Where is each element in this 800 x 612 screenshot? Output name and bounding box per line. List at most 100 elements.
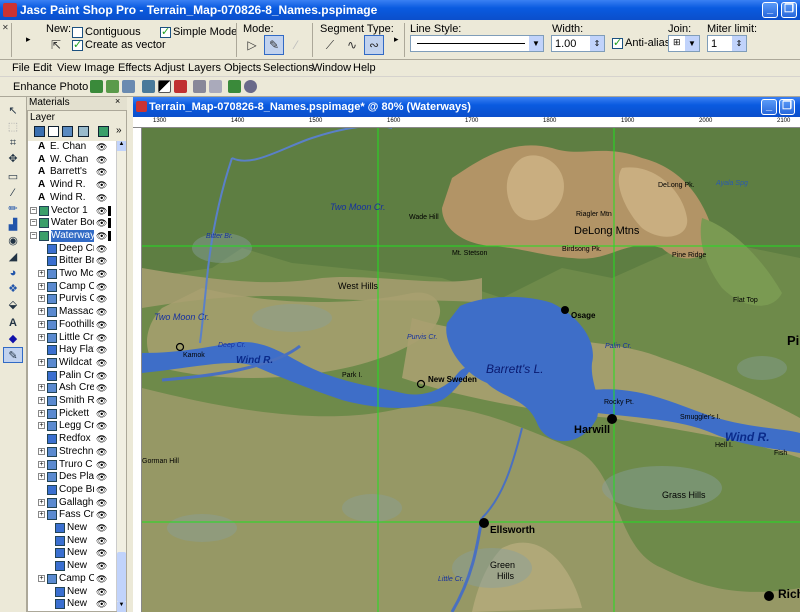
selection-tool-icon[interactable]: ⬚	[3, 119, 23, 135]
layer-row[interactable]: Redfox 👁	[28, 433, 116, 446]
rectangle-select-icon[interactable]: ▭	[3, 169, 23, 185]
layer-scrollbar[interactable]: ▲ ▼	[116, 141, 126, 612]
layer-row[interactable]: + Camp C 👁	[28, 573, 116, 586]
one-step-fix-icon[interactable]	[90, 80, 103, 93]
duplicate-layer-icon[interactable]	[62, 126, 73, 137]
sharpen-icon[interactable]	[228, 80, 241, 93]
menu-edit[interactable]: Edit	[33, 62, 52, 74]
lock-toggle[interactable]	[108, 205, 111, 216]
crop-tool-icon[interactable]: ⌗	[3, 135, 23, 151]
eraser-icon[interactable]: ◢	[3, 249, 23, 265]
layer-row[interactable]: + Fass Cre👁	[28, 509, 116, 522]
visibility-eye-icon[interactable]: 👁	[96, 421, 107, 432]
layer-row[interactable]: + Ash Cre 👁	[28, 382, 116, 395]
preset-shape-icon[interactable]: ◆	[3, 331, 23, 347]
retouch-icon[interactable]: ⬙	[3, 297, 23, 313]
materials-tab[interactable]: Materials ×	[27, 96, 127, 110]
expand-toggle[interactable]: +	[38, 574, 45, 582]
layer-row[interactable]: New 👁	[28, 598, 116, 611]
photo-icon[interactable]	[122, 80, 135, 93]
menu-help[interactable]: Help	[353, 62, 376, 74]
layer-row[interactable]: New 👁	[28, 560, 116, 573]
layer-row[interactable]: − Water Bod 👁	[28, 217, 116, 230]
dropper-icon[interactable]: ⁄	[3, 185, 23, 201]
visibility-eye-icon[interactable]: 👁	[96, 307, 107, 318]
chevron-down-icon[interactable]: ▼	[529, 36, 543, 51]
menu-file[interactable]: File	[12, 62, 30, 74]
menu-image[interactable]: Image	[84, 62, 115, 74]
layer-row[interactable]: New 👁	[28, 535, 116, 548]
layer-row[interactable]: + Gallaghe👁	[28, 497, 116, 510]
freehand-segment-icon[interactable]: ∾	[364, 35, 384, 55]
menu-selections[interactable]: Selections	[263, 62, 314, 74]
visibility-eye-icon[interactable]: 👁	[96, 333, 107, 344]
visibility-eye-icon[interactable]: 👁	[96, 548, 107, 559]
scroll-down-icon[interactable]: ▼	[117, 602, 126, 612]
menu-window[interactable]: Window	[312, 62, 351, 74]
red-eye-icon[interactable]	[174, 80, 187, 93]
visibility-eye-icon[interactable]: 👁	[96, 142, 107, 153]
antialias-checkbox[interactable]	[612, 36, 623, 49]
more-icon[interactable]: »	[116, 125, 122, 136]
layer-row[interactable]: + Little Cr 👁	[28, 332, 116, 345]
layer-row[interactable]: + Legg Cr 👁	[28, 420, 116, 433]
visibility-eye-icon[interactable]: 👁	[96, 409, 107, 420]
layer-row[interactable]: A Wind R. 👁	[28, 179, 116, 192]
layer-row[interactable]: A Barrett's 👁	[28, 166, 116, 179]
layer-row[interactable]: + Two Mc 👁	[28, 268, 116, 281]
visibility-eye-icon[interactable]: 👁	[96, 193, 107, 204]
visibility-eye-icon[interactable]: 👁	[96, 460, 107, 471]
layer-row[interactable]: Deep Cr 👁	[28, 243, 116, 256]
layer-row[interactable]: − Waterways👁	[28, 229, 116, 243]
layer-row[interactable]: + Pickett 👁	[28, 408, 116, 421]
expand-toggle[interactable]: −	[30, 231, 37, 239]
draw-mode-pen-icon[interactable]: ✎	[264, 35, 284, 55]
visibility-eye-icon[interactable]: 👁	[96, 244, 107, 255]
visibility-eye-icon[interactable]: 👁	[96, 320, 107, 331]
vignette-icon[interactable]	[244, 80, 257, 93]
width-spinner-icon[interactable]: ⇕	[590, 36, 604, 51]
move-tool-icon[interactable]: ✥	[3, 151, 23, 167]
menu-view[interactable]: View	[57, 62, 81, 74]
lock-toggle[interactable]	[108, 218, 111, 229]
edit-mode-arrow-icon[interactable]: ▷	[242, 35, 262, 55]
visibility-eye-icon[interactable]: 👁	[96, 510, 107, 521]
layer-row[interactable]: + Strechn 👁	[28, 446, 116, 459]
menu-effects[interactable]: Effects	[118, 62, 151, 74]
visibility-eye-icon[interactable]: 👁	[96, 587, 107, 598]
contiguous-checkbox[interactable]	[72, 27, 83, 38]
presets-arrow-icon[interactable]: ▸	[26, 34, 31, 45]
simple-mode-checkbox[interactable]	[160, 25, 171, 38]
visibility-eye-icon[interactable]: 👁	[96, 269, 107, 280]
layer-row[interactable]: + Massacre👁	[28, 306, 116, 319]
enhance-photo-menu[interactable]: Enhance Photo ▾	[13, 80, 97, 93]
expand-toggle[interactable]: +	[38, 460, 45, 468]
menu-layers[interactable]: Layers	[188, 62, 221, 74]
expand-toggle[interactable]: −	[30, 219, 37, 227]
new-vector-layer-icon[interactable]	[48, 126, 59, 137]
expand-toggle[interactable]: +	[38, 422, 45, 430]
visibility-eye-icon[interactable]: 👁	[96, 447, 107, 458]
point-to-point-icon[interactable]: ∿	[342, 35, 362, 55]
visibility-eye-icon[interactable]: 👁	[96, 155, 107, 166]
visibility-eye-icon[interactable]: 👁	[96, 371, 107, 382]
visibility-eye-icon[interactable]: 👁	[96, 167, 107, 178]
new-raster-layer-icon[interactable]	[34, 126, 45, 137]
scroll-up-icon[interactable]: ▲	[117, 141, 126, 151]
miter-input[interactable]: 1 ⇕	[707, 35, 747, 52]
expand-toggle[interactable]: +	[38, 358, 45, 366]
layer-row[interactable]: New 👁	[28, 586, 116, 599]
new-shape-icon[interactable]: ⇱	[46, 35, 66, 55]
color-balance-icon[interactable]	[142, 80, 155, 93]
join-dropdown[interactable]: ⊞ ▼	[668, 35, 700, 52]
map-canvas[interactable]: Two Moon Cr. Wade Hill Bitter Br. DeLong…	[142, 128, 800, 612]
layer-row[interactable]: Palin Cre👁	[28, 370, 116, 383]
visibility-eye-icon[interactable]: 👁	[96, 599, 107, 610]
layer-row[interactable]: New 👁	[28, 547, 116, 560]
miter-spinner-icon[interactable]: ⇕	[732, 36, 746, 51]
expand-toggle[interactable]: +	[38, 409, 45, 417]
visibility-eye-icon[interactable]: 👁	[96, 396, 107, 407]
text-tool-icon[interactable]: A	[3, 315, 23, 331]
layer-row[interactable]: A W. Chan 👁	[28, 154, 116, 167]
visibility-eye-icon[interactable]: 👁	[96, 472, 107, 483]
